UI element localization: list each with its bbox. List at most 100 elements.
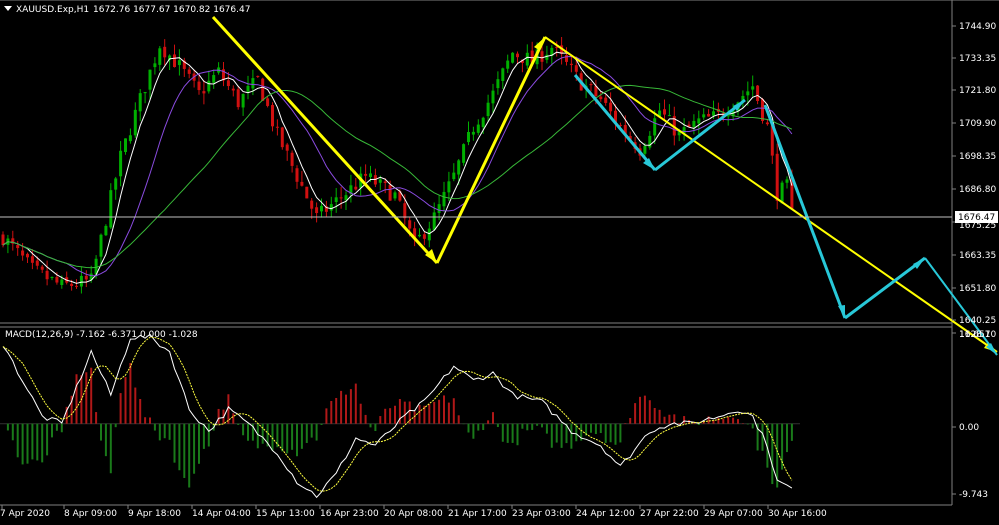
candle-body <box>251 78 255 89</box>
candle-body <box>305 186 309 199</box>
candle-body <box>138 93 142 112</box>
candle-body <box>403 203 407 219</box>
candle-body <box>667 115 671 117</box>
svg-text:-9.743: -9.743 <box>959 490 988 500</box>
svg-text:14 Apr 04:00: 14 Apr 04:00 <box>192 509 251 519</box>
collapse-triangle-icon[interactable] <box>4 6 12 11</box>
svg-text:1651.80: 1651.80 <box>959 284 996 294</box>
candle-body <box>320 205 323 212</box>
candle-body <box>256 75 260 77</box>
svg-text:11.651: 11.651 <box>959 330 991 340</box>
candle-body <box>187 69 191 74</box>
candle-body <box>153 63 157 68</box>
candle-body <box>481 117 485 128</box>
svg-text:15 Apr 13:00: 15 Apr 13:00 <box>256 509 315 519</box>
macd-tick: -9.743 <box>952 490 988 500</box>
svg-text:8 Apr 09:00: 8 Apr 09:00 <box>64 509 117 519</box>
candle-body <box>109 190 113 228</box>
candle-body <box>26 253 29 258</box>
svg-text:24 Apr 12:00: 24 Apr 12:00 <box>576 509 635 519</box>
candle-body <box>388 184 392 201</box>
candle-body <box>452 172 456 180</box>
wave-arrow-2[interactable] <box>654 98 746 172</box>
time-tick: 9 Apr 18:00 <box>127 505 181 519</box>
candle-body <box>702 114 706 118</box>
candle-body <box>280 127 284 148</box>
candle-body <box>119 150 123 177</box>
candle-body <box>290 152 294 166</box>
macd-tick: 11.651 <box>959 330 991 340</box>
candle-body <box>202 91 206 94</box>
wave-arrow-1[interactable] <box>573 74 657 171</box>
wave-arrow-4[interactable] <box>844 256 926 320</box>
candle-body <box>133 109 137 136</box>
candle-body <box>241 94 245 108</box>
candle-body <box>378 179 382 183</box>
svg-text:29 Apr 07:00: 29 Apr 07:00 <box>704 509 763 519</box>
candle-body <box>231 88 235 91</box>
candle-body <box>40 266 44 270</box>
candle-body <box>756 85 760 102</box>
candle-body <box>114 178 118 190</box>
candle-body <box>442 191 446 207</box>
candle-body <box>501 68 505 81</box>
candle-body <box>84 275 88 280</box>
candle-body <box>30 256 34 263</box>
macd-label: MACD(12,26,9) -7.162 -6.371 0.000 -1.028 <box>5 330 198 340</box>
candle-body <box>569 63 573 66</box>
candle-body <box>712 111 715 116</box>
wave-arrow-3[interactable] <box>763 104 847 319</box>
candle-body <box>437 204 441 213</box>
candle-body <box>746 91 750 96</box>
candle-body <box>60 279 64 285</box>
candle-body <box>447 181 451 193</box>
time-tick: 27 Apr 22:00 <box>639 505 699 519</box>
candle-body <box>334 197 338 202</box>
candle-body <box>663 109 666 115</box>
svg-text:1733.35: 1733.35 <box>959 54 996 64</box>
candle-body <box>432 212 436 230</box>
candle-body <box>300 181 304 186</box>
svg-text:1709.90: 1709.90 <box>959 119 996 129</box>
candle-body <box>653 118 657 136</box>
trend-arrow-down-1[interactable] <box>211 15 439 265</box>
trend-arrow-down-2[interactable] <box>544 36 998 353</box>
candle-body <box>212 75 216 83</box>
ma-slow-line <box>2 84 793 269</box>
svg-text:1686.80: 1686.80 <box>959 185 996 195</box>
candle-body <box>295 168 299 182</box>
candle-body <box>285 144 289 151</box>
chart-window[interactable]: XAUUSD.Exp,H1 1672.76 1677.67 1670.82 16… <box>0 0 999 521</box>
candle-body <box>589 84 593 86</box>
drawings-layer[interactable] <box>211 15 998 356</box>
trend-arrow-up[interactable] <box>435 36 547 264</box>
candle-body <box>55 276 59 283</box>
candle-body <box>486 102 490 117</box>
candle-body <box>427 228 431 241</box>
candle-body <box>408 220 412 229</box>
candle-body <box>457 160 461 175</box>
chart-canvas[interactable]: XAUUSD.Exp,H1 1672.76 1677.67 1670.82 16… <box>0 0 999 521</box>
candle-body <box>565 55 568 62</box>
price-tick: 1721.80 <box>952 86 996 96</box>
svg-text:16 Apr 23:00: 16 Apr 23:00 <box>320 509 379 519</box>
svg-text:1744.90: 1744.90 <box>959 22 996 32</box>
price-axis[interactable]: 1744.90 1733.35 1721.80 1709.90 1698.35 … <box>952 22 998 340</box>
wave-arrow-5[interactable] <box>924 257 998 356</box>
candle-body <box>339 197 343 199</box>
candle-body <box>354 186 358 190</box>
candle-body <box>506 60 510 69</box>
macd-layer <box>0 333 800 499</box>
candle-body <box>697 118 701 124</box>
candle-body <box>79 275 83 287</box>
candle-body <box>163 46 167 58</box>
candle-body <box>422 234 426 239</box>
candle-body <box>261 78 265 101</box>
candle-body <box>143 91 147 94</box>
candle-body <box>104 225 108 236</box>
macd-axis[interactable]: 11.651 0.00 -9.743 <box>952 330 991 500</box>
svg-text:23 Apr 03:00: 23 Apr 03:00 <box>512 509 571 519</box>
svg-text:1721.80: 1721.80 <box>959 86 996 96</box>
candle-body <box>177 60 181 66</box>
time-axis[interactable]: 7 Apr 2020 8 Apr 09:00 9 Apr 18:00 14 Ap… <box>0 505 827 519</box>
